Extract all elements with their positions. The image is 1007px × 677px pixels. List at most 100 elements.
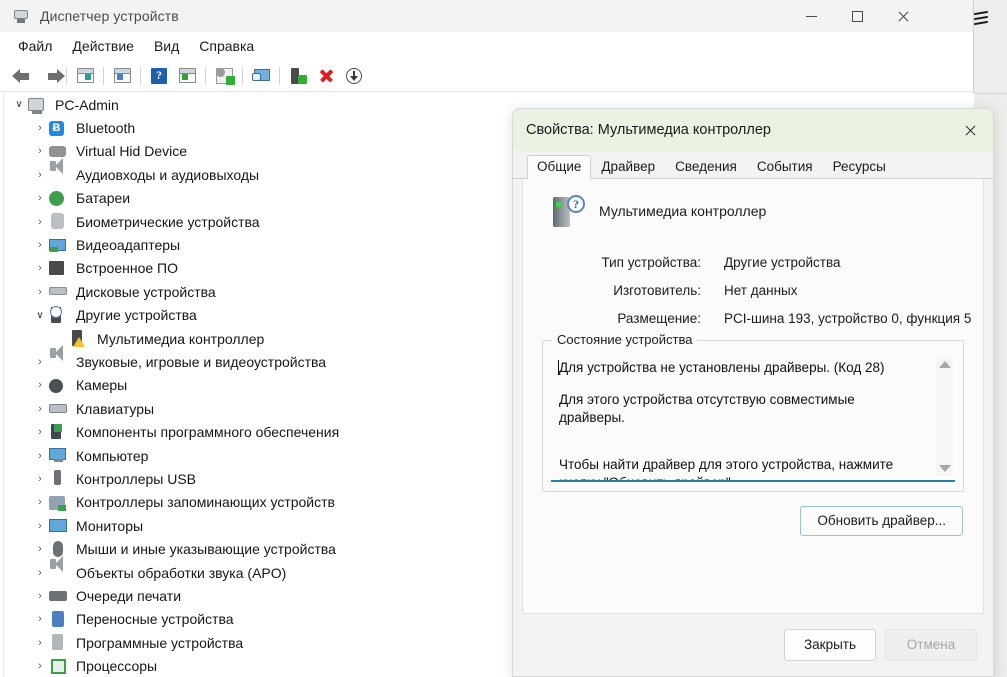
- tree-item-label: Мыши и иные указывающие устройства: [76, 541, 336, 558]
- dialog-close-button[interactable]: [947, 109, 993, 151]
- chevron-right-icon[interactable]: ›: [31, 543, 49, 555]
- other-devices-icon: [49, 305, 69, 324]
- uninstall-device-button[interactable]: [312, 63, 340, 89]
- bluetooth-icon: Ƀ: [49, 120, 69, 137]
- device-manager-icon: [12, 7, 30, 25]
- property-key: Тип устройства:: [601, 255, 701, 270]
- menu-view[interactable]: Вид: [144, 35, 189, 57]
- chevron-right-icon[interactable]: ›: [31, 239, 49, 251]
- audio-io-icon: [49, 158, 69, 183]
- update-driver-row: Обновить драйвер...: [523, 492, 983, 536]
- audio-processing-icon: [49, 556, 69, 581]
- update-view-button[interactable]: [173, 63, 201, 89]
- chevron-right-icon[interactable]: ›: [31, 122, 49, 134]
- close-button[interactable]: [880, 0, 926, 32]
- computer-node-icon: [49, 447, 69, 464]
- property-row: Размещение: PCI-шина 193, устройство 0, …: [523, 311, 983, 326]
- tree-item-label: Процессоры: [76, 658, 158, 675]
- tab-driver[interactable]: Драйвер: [591, 155, 665, 180]
- add-driver-button[interactable]: [284, 63, 312, 89]
- tab-resources[interactable]: Ресурсы: [823, 155, 896, 180]
- tree-item-label: Объекты обработки звука (APO): [76, 564, 287, 581]
- toolbar-separator: [205, 66, 206, 85]
- chevron-right-icon[interactable]: ›: [31, 520, 49, 532]
- dialog-tabs: Общие Драйвер Сведения События Ресурсы: [513, 151, 993, 179]
- chevron-down-icon[interactable]: ∨: [31, 310, 49, 321]
- chevron-right-icon[interactable]: ›: [31, 450, 49, 462]
- device-properties-list: Тип устройства: Другие устройства Изгото…: [523, 255, 983, 326]
- chevron-right-icon[interactable]: ›: [31, 286, 49, 298]
- tree-item-label: Bluetooth: [76, 120, 136, 137]
- chevron-right-icon[interactable]: ›: [31, 496, 49, 508]
- forward-button[interactable]: [34, 63, 65, 89]
- tree-item-label: Мониторы: [76, 517, 144, 534]
- dialog-footer: Закрыть Отмена: [513, 614, 993, 676]
- tab-general[interactable]: Общие: [527, 154, 592, 179]
- menu-file[interactable]: Файл: [8, 35, 62, 57]
- scan-hardware-button[interactable]: [210, 63, 238, 89]
- cancel-dialog-button: Отмена: [885, 629, 977, 661]
- device-header: ? Мультимедиа контроллер: [523, 179, 983, 231]
- chevron-right-icon[interactable]: ›: [31, 169, 49, 181]
- display-adapter-icon: [49, 237, 69, 254]
- tree-item-label: Очереди печати: [76, 587, 182, 604]
- chevron-right-icon[interactable]: ›: [31, 356, 49, 368]
- chevron-right-icon[interactable]: ›: [31, 192, 49, 204]
- scroll-up-icon[interactable]: [939, 361, 951, 368]
- back-button[interactable]: [6, 63, 34, 89]
- property-value: Другие устройства: [724, 255, 841, 270]
- tree-left-rule: [3, 93, 4, 677]
- minimize-button[interactable]: [788, 0, 834, 32]
- chevron-right-icon[interactable]: ›: [31, 613, 49, 625]
- display-button[interactable]: [247, 63, 275, 89]
- device-name: Мультимедиа контроллер: [599, 203, 767, 219]
- scroll-down-icon[interactable]: [939, 465, 951, 472]
- chevron-right-icon[interactable]: ›: [31, 145, 49, 157]
- show-details-button[interactable]: [108, 63, 136, 89]
- chevron-right-icon[interactable]: ›: [31, 473, 49, 485]
- chevron-down-icon[interactable]: ∨: [10, 99, 28, 110]
- processor-icon: [49, 658, 69, 675]
- device-status-legend: Состояние устройства: [552, 332, 698, 347]
- update-driver-button[interactable]: Обновить драйвер...: [800, 506, 963, 536]
- tab-details[interactable]: Сведения: [665, 155, 747, 180]
- warning-device-icon: [70, 330, 90, 348]
- chevron-right-icon[interactable]: ›: [31, 637, 49, 649]
- chevron-right-icon[interactable]: ›: [31, 590, 49, 602]
- close-dialog-button[interactable]: Закрыть: [784, 629, 876, 661]
- tree-item-label: Дисковые устройства: [76, 283, 216, 300]
- tree-item-label: Переносные устройства: [76, 611, 234, 628]
- status-line-2: Для этого устройства отсутствую совмести…: [559, 392, 855, 426]
- keyboard-icon: [49, 400, 69, 417]
- chevron-right-icon[interactable]: ›: [31, 660, 49, 672]
- usb-controller-icon: [49, 470, 69, 487]
- property-key: Изготовитель:: [613, 283, 701, 298]
- software-component-icon: [49, 423, 69, 441]
- close-icon: [964, 124, 977, 137]
- hamburger-menu-icon[interactable]: [974, 10, 989, 26]
- chevron-right-icon[interactable]: ›: [31, 379, 49, 391]
- background-divider: [974, 93, 1007, 94]
- chevron-right-icon[interactable]: ›: [31, 262, 49, 274]
- tab-events[interactable]: События: [747, 155, 823, 180]
- status-scrollbar[interactable]: [936, 357, 953, 476]
- menu-action[interactable]: Действие: [62, 35, 144, 57]
- tree-item-label: Звуковые, игровые и видеоустройства: [76, 353, 327, 370]
- help-button[interactable]: ?: [145, 63, 173, 89]
- tree-item-label: Аудиовходы и аудиовыходы: [76, 166, 260, 183]
- chevron-right-icon[interactable]: ›: [31, 216, 49, 228]
- toolbar-separator: [279, 66, 280, 85]
- menu-help[interactable]: Справка: [189, 35, 264, 57]
- tree-item-label: PC-Admin: [55, 96, 119, 113]
- tree-item-label: Контроллеры USB: [76, 470, 196, 487]
- chevron-right-icon[interactable]: ›: [31, 426, 49, 438]
- chevron-right-icon[interactable]: ›: [31, 567, 49, 579]
- window-title: Диспетчер устройств: [40, 8, 179, 24]
- close-icon: [897, 10, 910, 23]
- chevron-right-icon[interactable]: ›: [31, 403, 49, 415]
- maximize-button[interactable]: [834, 0, 880, 32]
- computer-icon: [28, 96, 48, 115]
- properties-button[interactable]: [71, 63, 99, 89]
- device-status-textbox[interactable]: Для устройства не установлены драйверы. …: [551, 355, 955, 482]
- download-button[interactable]: [340, 63, 368, 89]
